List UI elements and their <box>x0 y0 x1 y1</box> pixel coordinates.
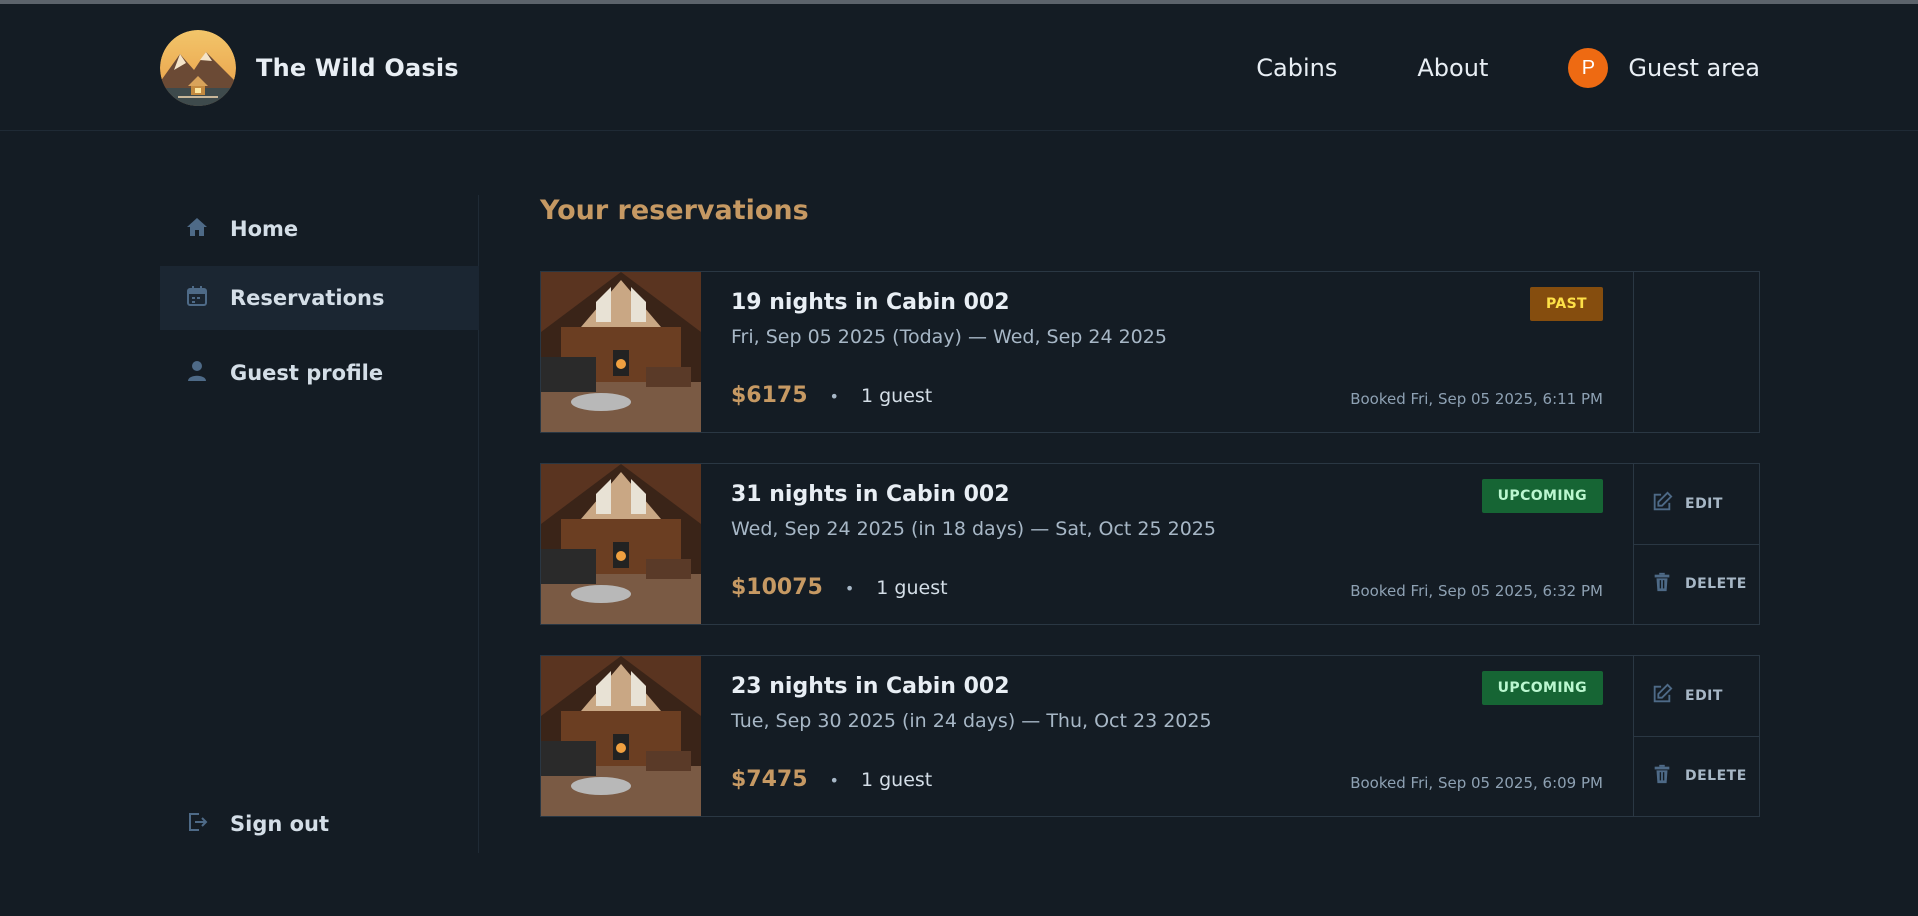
sidebar-item-label: Reservations <box>230 286 385 310</box>
reservation-title: 31 nights in Cabin 002 <box>731 482 1010 507</box>
reservation-card: 19 nights in Cabin 002 Fri, Sep 05 2025 … <box>540 271 1760 433</box>
reservation-actions <box>1633 272 1759 432</box>
edit-button[interactable]: EDIT <box>1634 464 1759 544</box>
status-badge: UPCOMING <box>1481 671 1603 705</box>
reservation-actions: EDIT DELETE <box>1633 464 1759 624</box>
booked-date: Booked Fri, Sep 05 2025, 6:11 PM <box>1350 390 1603 408</box>
edit-label: EDIT <box>1685 687 1723 704</box>
reservation-guests: 1 guest <box>860 769 933 791</box>
pencil-icon <box>1651 683 1673 709</box>
site-header: The Wild Oasis Cabins About P Guest area <box>0 4 1918 131</box>
sidebar-item-guest-profile[interactable]: Guest profile <box>160 341 479 405</box>
reservation-price: $10075 <box>731 575 823 600</box>
reservation-title: 19 nights in Cabin 002 <box>731 290 1010 315</box>
booked-date: Booked Fri, Sep 05 2025, 6:32 PM <box>1350 582 1603 600</box>
edit-button[interactable]: EDIT <box>1634 656 1759 736</box>
delete-label: DELETE <box>1685 576 1747 593</box>
logo-link[interactable]: The Wild Oasis <box>160 30 459 106</box>
cabin-image <box>541 272 701 432</box>
nav-guest-area-link[interactable]: P Guest area <box>1568 48 1760 88</box>
status-badge: PAST <box>1529 287 1603 321</box>
delete-label: DELETE <box>1685 768 1747 785</box>
reservation-dates: Wed, Sep 24 2025 (in 18 days) — Sat, Oct… <box>731 518 1216 540</box>
reservation-card: 31 nights in Cabin 002 Wed, Sep 24 2025 … <box>540 463 1760 625</box>
sidebar-item-home[interactable]: Home <box>160 197 479 261</box>
page-title: Your reservations <box>540 195 809 226</box>
guest-area-label: Guest area <box>1628 54 1760 82</box>
nav-about-link[interactable]: About <box>1417 54 1488 82</box>
reservation-details: 31 nights in Cabin 002 Wed, Sep 24 2025 … <box>701 464 1633 624</box>
trash-icon <box>1651 571 1673 597</box>
reservation-actions: EDIT DELETE <box>1633 656 1759 816</box>
edit-label: EDIT <box>1685 495 1723 512</box>
cabin-image <box>541 656 701 816</box>
reservation-guests: 1 guest <box>876 577 948 599</box>
account-sidebar: Home Reservations Guest profile Sign out <box>160 195 479 853</box>
reservation-dates: Tue, Sep 30 2025 (in 24 days) — Thu, Oct… <box>731 710 1212 732</box>
reservation-title: 23 nights in Cabin 002 <box>731 674 1010 699</box>
sidebar-item-label: Home <box>230 217 299 241</box>
reservation-price: $7475 <box>731 767 808 792</box>
app-name: The Wild Oasis <box>256 54 459 82</box>
delete-button[interactable]: DELETE <box>1634 735 1759 817</box>
reservation-summary: $7475 • 1 guest <box>731 767 932 792</box>
sign-out-label: Sign out <box>230 812 330 836</box>
sign-out-button[interactable]: Sign out <box>160 792 479 856</box>
delete-button[interactable]: DELETE <box>1634 543 1759 625</box>
pencil-icon <box>1651 491 1673 517</box>
reservation-dates: Fri, Sep 05 2025 (Today) — Wed, Sep 24 2… <box>731 326 1167 348</box>
separator-dot: • <box>829 771 839 790</box>
separator-dot: • <box>844 579 855 598</box>
nav-cabins-link[interactable]: Cabins <box>1256 54 1337 82</box>
status-badge: UPCOMING <box>1481 479 1603 513</box>
avatar: P <box>1568 48 1609 88</box>
sign-out-icon <box>185 810 209 839</box>
reservation-price: $6175 <box>731 383 808 408</box>
reservation-card: 23 nights in Cabin 002 Tue, Sep 30 2025 … <box>540 655 1760 817</box>
booked-date: Booked Fri, Sep 05 2025, 6:09 PM <box>1350 774 1603 792</box>
user-icon <box>185 359 209 388</box>
reservation-details: 23 nights in Cabin 002 Tue, Sep 30 2025 … <box>701 656 1633 816</box>
separator-dot: • <box>829 387 839 406</box>
trash-icon <box>1651 763 1673 789</box>
home-icon <box>185 215 209 244</box>
reservation-guests: 1 guest <box>860 385 933 407</box>
sidebar-item-reservations[interactable]: Reservations <box>160 266 479 330</box>
main-nav: Cabins About P Guest area <box>1176 48 1760 88</box>
calendar-icon <box>185 284 209 313</box>
reservation-summary: $10075 • 1 guest <box>731 575 948 600</box>
sidebar-item-label: Guest profile <box>230 361 384 385</box>
reservation-details: 19 nights in Cabin 002 Fri, Sep 05 2025 … <box>701 272 1633 432</box>
cabin-image <box>541 464 701 624</box>
mountain-cabin-logo <box>160 30 236 106</box>
reservation-summary: $6175 • 1 guest <box>731 383 932 408</box>
